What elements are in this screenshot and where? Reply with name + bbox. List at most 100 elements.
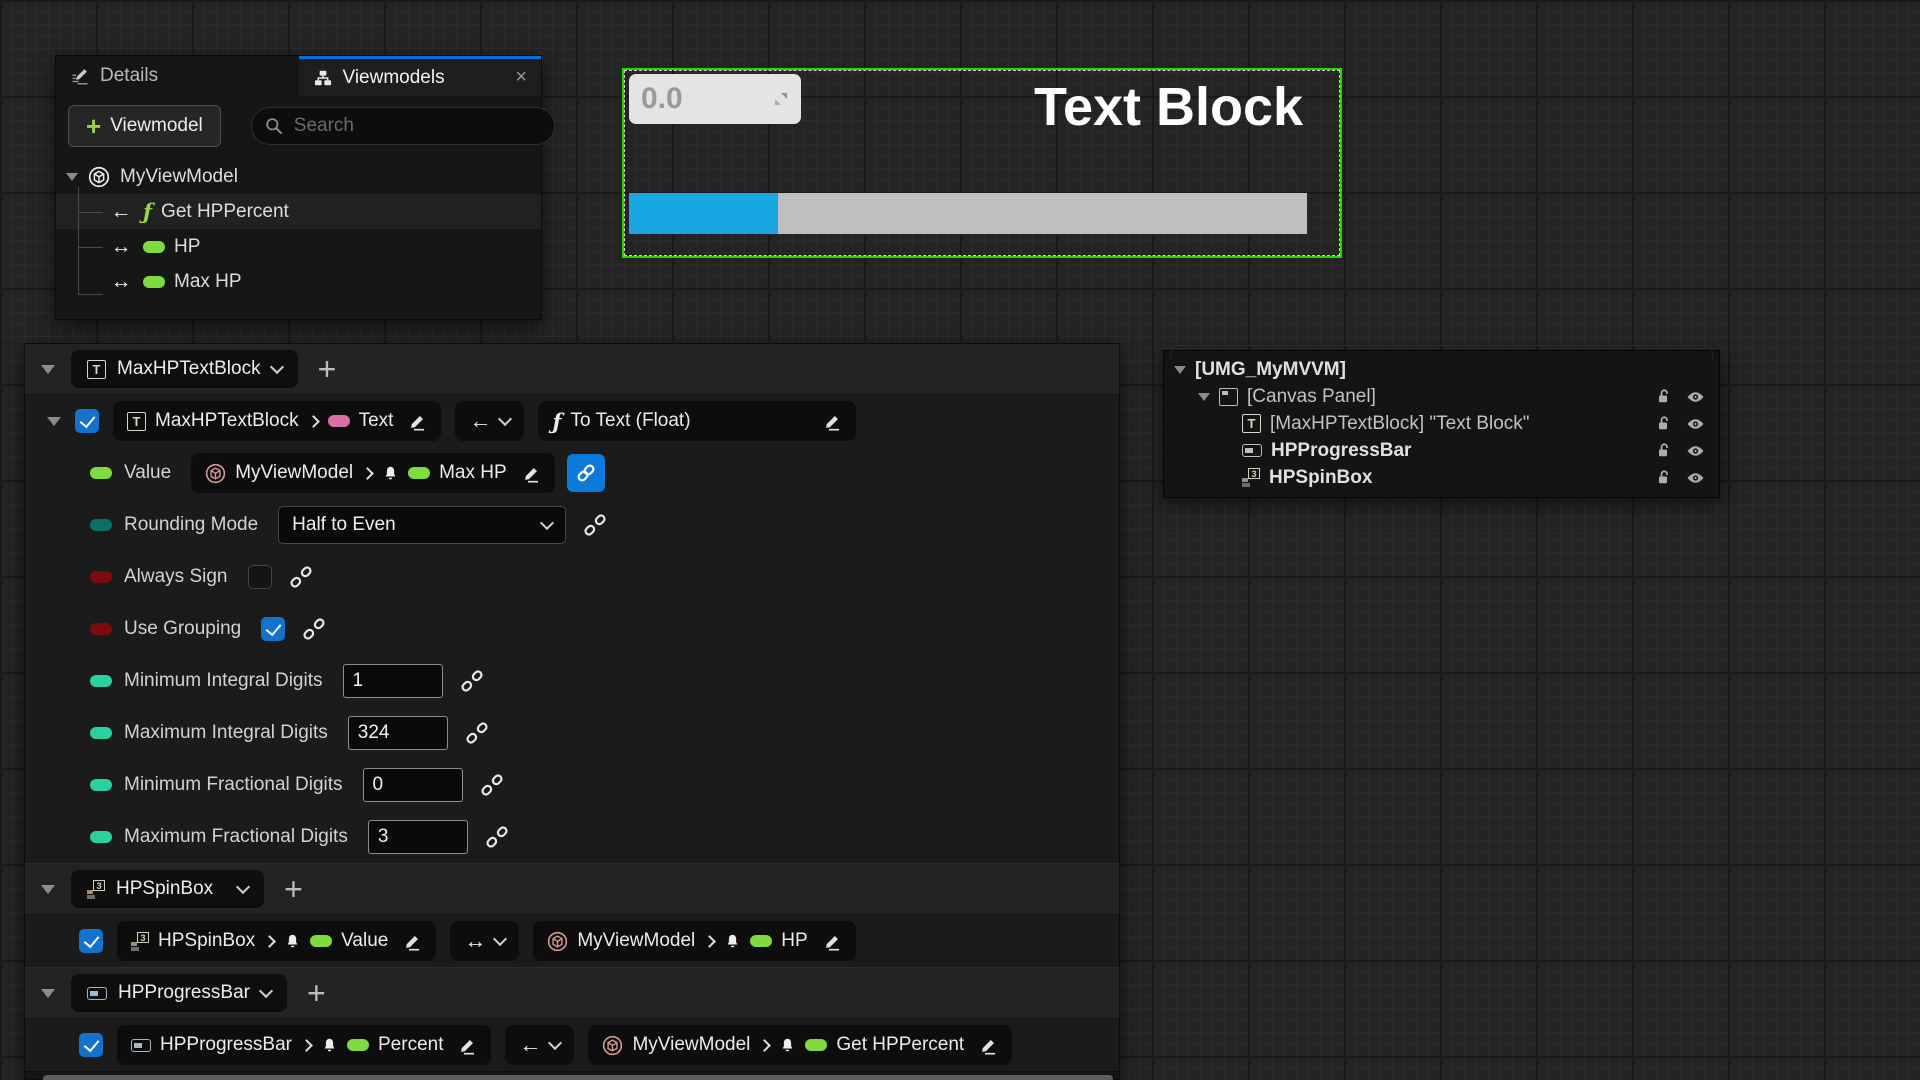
horizontal-scrollbar[interactable] — [25, 1071, 1119, 1079]
add-binding-button[interactable]: + — [318, 356, 337, 382]
conversion-function-button[interactable]: ƒ To Text (Float) — [538, 401, 856, 441]
binding-target-button[interactable]: 3 HPSpinBox Value — [117, 921, 436, 961]
edit-pencil-icon[interactable] — [823, 412, 842, 431]
binding-target-button[interactable]: HPProgressBar Percent — [117, 1025, 491, 1065]
unlink-icon[interactable] — [461, 670, 483, 692]
unlink-icon[interactable] — [584, 514, 606, 536]
hierarchy-label: [Canvas Panel] — [1247, 386, 1376, 408]
collapse-triangle-icon[interactable] — [41, 885, 55, 894]
source-viewmodel: MyViewModel — [235, 462, 353, 484]
binding-target-button[interactable]: T MaxHPTextBlock Text — [113, 401, 441, 441]
hp-progressbar-widget[interactable] — [629, 193, 1307, 234]
edit-pencil-icon[interactable] — [823, 932, 842, 951]
widget-name: HPProgressBar — [118, 982, 250, 1004]
unlock-icon[interactable] — [1656, 388, 1673, 405]
textblock-icon: T — [1242, 414, 1261, 433]
close-icon[interactable]: × — [515, 66, 527, 89]
tree-item-max-hp[interactable]: ↔ Max HP — [56, 264, 541, 299]
min-integral-digits-input[interactable] — [343, 664, 443, 698]
binding-direction-button[interactable]: ↔ — [450, 921, 519, 961]
always-sign-checkbox[interactable] — [248, 565, 272, 589]
search-input[interactable] — [292, 114, 541, 138]
unlink-icon[interactable] — [303, 618, 325, 640]
scrollbar-thumb[interactable] — [43, 1075, 1113, 1080]
unlock-icon[interactable] — [1656, 415, 1673, 432]
view-bindings-panel: T MaxHPTextBlock + T MaxHPTextBlock Text… — [24, 343, 1120, 1080]
add-binding-button[interactable]: + — [307, 980, 326, 1006]
tab-viewmodels-label: Viewmodels — [343, 67, 445, 89]
add-viewmodel-button[interactable]: + Viewmodel — [68, 105, 221, 147]
tree-item-get-hppercent[interactable]: ← ƒ Get HPPercent — [56, 194, 541, 229]
edit-pencil-icon[interactable] — [458, 1036, 477, 1055]
collapse-triangle-icon[interactable] — [66, 173, 78, 181]
rounding-mode-dropdown[interactable]: Half to Even — [278, 506, 566, 544]
use-grouping-checkbox[interactable] — [261, 617, 285, 641]
notify-bell-icon — [779, 1037, 796, 1054]
edit-pencil-icon[interactable] — [408, 412, 427, 431]
float-property-icon — [805, 1039, 827, 1051]
widget-selector-button[interactable]: 3 HPSpinBox — [71, 870, 264, 908]
chevron-down-icon — [270, 360, 284, 374]
unlink-icon[interactable] — [486, 826, 508, 848]
tree-item-myviewmodel[interactable]: MyViewModel — [56, 159, 541, 194]
edit-pencil-icon[interactable] — [979, 1036, 998, 1055]
linked-button[interactable] — [567, 454, 605, 492]
tab-viewmodels[interactable]: Viewmodels × — [299, 56, 542, 96]
target-property: Value — [341, 930, 388, 952]
binding-enabled-checkbox[interactable] — [79, 929, 103, 953]
hierarchy-row-canvas-panel[interactable]: [Canvas Panel] — [1164, 383, 1719, 410]
unlock-icon[interactable] — [1656, 469, 1673, 486]
collapse-triangle-icon[interactable] — [41, 365, 55, 374]
check-icon — [79, 411, 95, 428]
max-integral-digits-input[interactable] — [348, 716, 448, 750]
edit-pencil-icon[interactable] — [403, 932, 422, 951]
eye-icon[interactable] — [1686, 390, 1705, 404]
target-property: Percent — [378, 1034, 443, 1056]
text-block-widget[interactable]: Text Block — [1034, 76, 1303, 138]
max-fractional-digits-input[interactable] — [368, 820, 468, 854]
target-widget: HPProgressBar — [160, 1034, 292, 1056]
collapse-triangle-icon[interactable] — [1198, 393, 1210, 401]
chevron-right-icon — [263, 935, 276, 948]
min-fractional-digits-input[interactable] — [363, 768, 463, 802]
collapse-triangle-icon[interactable] — [1174, 366, 1186, 374]
tab-details[interactable]: Details — [56, 56, 299, 96]
hierarchy-row-root[interactable]: [UMG_MyMVVM] — [1164, 356, 1719, 383]
binding-direction-button[interactable]: ← — [455, 401, 524, 441]
hierarchy-row-hpspinbox[interactable]: 3 HPSpinBox — [1164, 464, 1719, 491]
binding-source-button[interactable]: MyViewModel HP — [533, 921, 855, 961]
tree-item-hp[interactable]: ↔ HP — [56, 229, 541, 264]
unlink-icon[interactable] — [481, 774, 503, 796]
unlink-icon[interactable] — [290, 566, 312, 588]
eye-icon[interactable] — [1686, 417, 1705, 431]
collapse-triangle-icon[interactable] — [41, 989, 55, 998]
binding-enabled-checkbox[interactable] — [75, 409, 99, 433]
edit-pencil-icon[interactable] — [522, 464, 541, 483]
hp-spinbox-widget[interactable]: 0.0 — [629, 74, 801, 124]
chevron-down-icon — [548, 1036, 562, 1050]
unlock-icon[interactable] — [1656, 442, 1673, 459]
textblock-icon: T — [87, 360, 106, 379]
hierarchy-row-hpprogressbar[interactable]: HPProgressBar — [1164, 437, 1719, 464]
two-way-arrow-icon: ↔ — [108, 270, 134, 294]
eye-icon[interactable] — [1686, 444, 1705, 458]
one-way-arrow-icon: ← — [469, 408, 491, 434]
unlink-icon[interactable] — [466, 722, 488, 744]
add-binding-button[interactable]: + — [284, 876, 303, 902]
binding-source-button[interactable]: MyViewModel Get HPPercent — [588, 1025, 1012, 1065]
widget-selector-button[interactable]: HPProgressBar — [71, 974, 287, 1012]
param-label: Always Sign — [124, 566, 228, 588]
eye-icon[interactable] — [1686, 471, 1705, 485]
two-way-arrow-icon: ↔ — [464, 928, 486, 954]
collapse-triangle-icon[interactable] — [47, 417, 61, 426]
hierarchy-label: [UMG_MyMVVM] — [1195, 359, 1346, 381]
chevron-down-icon — [236, 880, 250, 894]
float-property-icon — [90, 467, 112, 479]
widget-preview-selection[interactable]: 0.0 Text Block — [622, 68, 1342, 258]
binding-source-button[interactable]: MyViewModel Max HP — [191, 453, 555, 493]
binding-enabled-checkbox[interactable] — [79, 1033, 103, 1057]
widget-selector-button[interactable]: T MaxHPTextBlock — [71, 350, 298, 388]
binding-direction-button[interactable]: ← — [505, 1025, 574, 1065]
hierarchy-row-maxhptextblock[interactable]: T [MaxHPTextBlock] "Text Block" — [1164, 410, 1719, 437]
one-way-arrow-icon: ← — [108, 200, 134, 224]
